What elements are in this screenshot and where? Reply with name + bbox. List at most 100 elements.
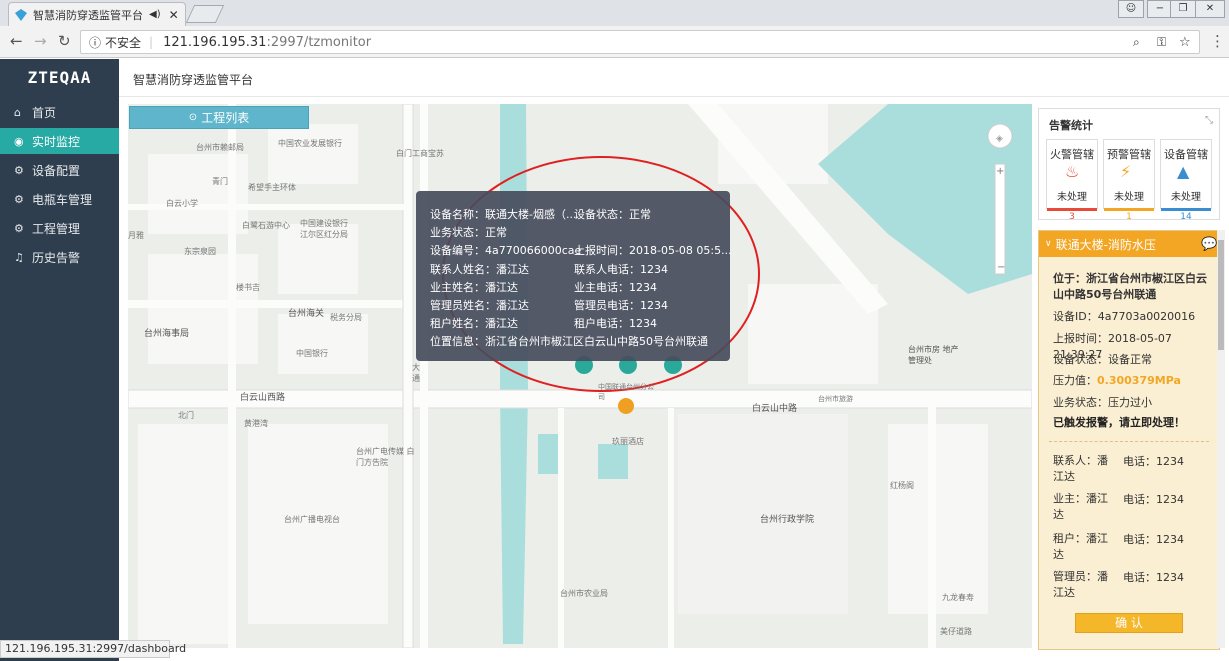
detail-header-title: 联通大楼-消防水压 (1055, 237, 1156, 252)
maximize-button[interactable]: ❐ (1170, 0, 1196, 18)
page-title: 智慧消防穿透监管平台 (133, 73, 254, 87)
detail-device-id: 设备ID：4a7703a0020016 (1053, 310, 1196, 323)
fire-icon: ♨ (1065, 162, 1080, 181)
popup-device-no: 设备编号：4a770066000cae (430, 244, 582, 257)
device-alarm-bar (1161, 208, 1211, 211)
site-favicon-icon (15, 8, 27, 21)
chevron-down-icon: ∨ (1045, 239, 1052, 249)
detail-device-status: 设备状态：设备正常 (1053, 353, 1152, 366)
popup-admin-phone: 管理员电话：1234 (574, 299, 668, 312)
url-text: 121.196.195.31:2997/tzmonitor (163, 35, 371, 50)
warning-alarm-card[interactable]: 预警管辖 ⚡ 未处理 1 (1103, 139, 1155, 222)
url-input[interactable]: ⓘ 不安全 | 121.196.195.31:2997/tzmonitor ⌕ … (80, 30, 1200, 54)
url-path: :2997/tzmonitor (266, 34, 372, 50)
expand-icon[interactable]: ⤡ (1205, 115, 1213, 126)
map-label: 黄港湾 (244, 419, 268, 428)
confirm-button[interactable]: 确 认 (1075, 613, 1183, 633)
bell-icon: ♫ (14, 250, 24, 264)
popup-location: 位置信息：浙江省台州市椒江区白云山中路50号台州联通 (430, 335, 708, 348)
popup-tenant-phone: 租户电话：1234 (574, 317, 657, 330)
fire-alarm-status: 未处理 (1057, 192, 1087, 203)
detail-owner-label: 业主：潘江达 (1053, 492, 1108, 521)
browser-tab[interactable]: 智慧消防穿透监管平台 ◀) ✕ (8, 2, 186, 26)
project-list-button[interactable]: ⊙ 工程列表 (129, 106, 309, 129)
sidebar-item-project[interactable]: ⚙ 工程管理 (0, 215, 119, 241)
zoom-icon[interactable]: ⌕ (1133, 35, 1140, 50)
address-bar: ← → ↻ ⓘ 不安全 | 121.196.195.31:2997/tzmoni… (0, 26, 1229, 58)
detail-divider (1049, 441, 1209, 442)
popup-tenant-name: 租户姓名：潘江达 (430, 317, 518, 330)
sidebar-item-history-alarm[interactable]: ♫ 历史告警 (0, 244, 119, 270)
reload-icon[interactable]: ↻ (58, 32, 71, 50)
device-info-popup: 设备名称：联通大楼-烟感（... 设备状态：正常 业务状态：正常 设备编号：4a… (416, 191, 732, 361)
zoom-compass-icon[interactable]: ◈ (996, 134, 1003, 144)
map-label: 中国银行 (296, 349, 328, 358)
map-label: 希望手主环体 (248, 183, 296, 192)
zoom-in-icon[interactable]: + (996, 166, 1004, 177)
detail-alert-text: 已触发报警，请立即处理！ (1053, 416, 1185, 429)
popup-contact-name: 联系人姓名：潘江达 (430, 263, 529, 276)
popup-business-status: 业务状态：正常 (430, 226, 507, 239)
info-icon[interactable]: ⓘ (89, 34, 101, 51)
map-label: 中国建设银行 江尔区红分局 (300, 219, 348, 239)
popup-admin-name: 管理员姓名：潘江达 (430, 299, 529, 312)
new-tab-button[interactable] (185, 5, 225, 23)
back-icon[interactable]: ← (10, 32, 23, 50)
bookmark-star-icon[interactable]: ☆ (1179, 35, 1191, 50)
gear-icon: ⚙ (14, 192, 24, 206)
zoom-out-icon[interactable]: − (997, 262, 1005, 273)
map-label: 台州行政学院 (760, 515, 815, 525)
user-icon[interactable]: ☺ (1118, 0, 1144, 18)
sidebar-item-label: 电瓶车管理 (32, 192, 93, 207)
map-label: 白云山中路 (752, 404, 798, 414)
warning-alarm-status: 未处理 (1114, 192, 1144, 203)
forward-icon[interactable]: → (34, 32, 47, 50)
device-alarm-count: 14 (1180, 212, 1192, 222)
warning-alarm-bar (1104, 208, 1154, 211)
map-label: 台州市房 地产管理处 (908, 345, 959, 365)
chat-icon[interactable]: 💬 (1201, 237, 1217, 252)
fire-alarm-label: 火警管辖 (1050, 148, 1094, 161)
sidebar-item-ebike[interactable]: ⚙ 电瓶车管理 (0, 186, 119, 212)
fire-alarm-bar (1047, 208, 1097, 211)
popup-device-name: 设备名称：联通大楼-烟感（... (430, 208, 577, 221)
map-label: 中国联通台州分公司 (598, 383, 654, 401)
map-label: 台州市赖邮局 (196, 143, 244, 152)
popup-contact-phone: 联系人电话：1234 (574, 263, 668, 276)
popup-report-time: 上报时间：2018-05-08 05:5... (574, 244, 732, 257)
map-label: 台州海事局 (144, 329, 190, 339)
key-icon[interactable]: ⚿ (1157, 35, 1166, 50)
map-label: 月雅 (128, 231, 144, 240)
detail-tenant-phone: 电话：1234 (1123, 533, 1184, 546)
map-label: 北门 (178, 411, 194, 420)
detail-header[interactable]: ∨ 联通大楼-消防水压 💬 (1039, 231, 1219, 257)
detail-tenant-label: 租户：潘江达 (1053, 532, 1108, 561)
security-label: 不安全 (105, 35, 142, 50)
map-label: 白云山西路 (240, 393, 286, 403)
sidebar-item-label: 设备配置 (32, 163, 81, 178)
browser-status-bar: 121.196.195.31:2997/dashboard (0, 640, 186, 658)
sidebar-item-device-config[interactable]: ⚙ 设备配置 (0, 157, 119, 183)
sidebar-item-label: 工程管理 (32, 221, 81, 236)
map-label: 台州市农业局 (560, 589, 608, 598)
location-icon: ◉ (14, 134, 24, 148)
close-window-button[interactable]: ✕ (1195, 0, 1225, 18)
app-header: 智慧消防穿透监管平台 (119, 59, 1229, 97)
detail-scroll-thumb[interactable] (1218, 240, 1224, 350)
detail-location: 位于：浙江省台州市椒江区白云山中路50号台州联通 (1053, 272, 1207, 301)
menu-icon[interactable]: ⋮ (1210, 32, 1225, 50)
map-label: 九龙春寿 (942, 593, 974, 602)
tab-close-icon[interactable]: ✕ (169, 8, 179, 22)
sidebar-item-home[interactable]: ⌂ 首页 (0, 99, 119, 125)
map-canvas[interactable]: 台州市赖邮局 中国农业发展银行 白门工商宝苏 青门 希望手主环体 白云小学 白鹭… (128, 104, 1032, 648)
sidebar-item-label: 实时监控 (32, 134, 81, 149)
map-label: 玖丽酒店 (612, 437, 644, 446)
fire-alarm-card[interactable]: 火警管辖 ♨ 未处理 3 (1046, 139, 1098, 222)
device-alarm-card[interactable]: 设备管辖 ▲ 未处理 14 (1160, 139, 1212, 222)
alarm-stats-title: 告警统计 (1049, 119, 1093, 132)
sidebar-item-realtime-monitor[interactable]: ◉ 实时监控 (0, 128, 119, 154)
home-icon: ⌂ (14, 105, 21, 119)
detail-pressure: 压力值：0.300379MPa (1053, 373, 1181, 389)
chevron-down-icon: ⊙ (188, 112, 198, 123)
speaker-icon[interactable]: ◀) (149, 9, 161, 20)
